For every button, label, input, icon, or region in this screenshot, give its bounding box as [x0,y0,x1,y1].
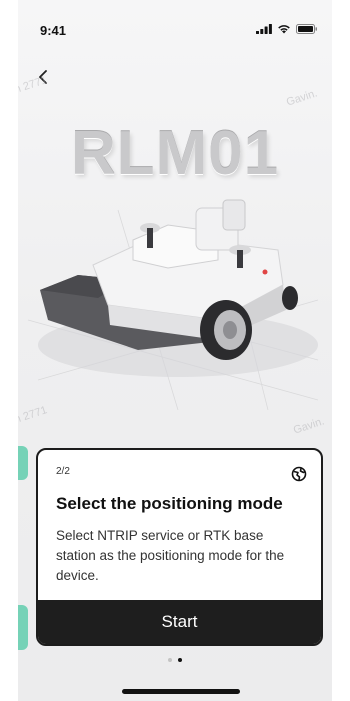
wifi-icon [278,25,290,34]
status-bar: 9:41 [18,0,332,48]
product-title: RLM01 [70,119,280,188]
globe-icon [291,466,307,482]
card-description: Select NTRIP service or RTK base station… [56,528,285,583]
pagination-dot[interactable] [168,658,172,662]
previous-card-peek[interactable] [18,446,28,480]
watermark-text: Gavin. [291,415,326,437]
robot-mower-image [27,199,319,410]
status-icons [256,24,318,34]
status-time: 9:41 [40,23,67,38]
card-title: Select the positioning mode [56,494,283,513]
app-screen: 9:41 RLM01 en 2771 Gavin. en 2771 Gavin.… [18,0,332,701]
pagination-dots [18,658,332,662]
cellular-signal-icon [256,24,272,34]
onboarding-card: 2/2 Select the positioning mode Select N… [36,448,323,646]
previous-card-peek-lower[interactable] [18,605,28,650]
start-button[interactable]: Start [38,600,321,644]
home-indicator[interactable] [122,689,240,694]
watermark-text: en 2771 [18,74,49,98]
battery-icon [296,24,317,34]
pagination-dot-active[interactable] [178,658,182,662]
watermark-text: Gavin. [284,87,319,109]
step-indicator: 2/2 [56,466,70,477]
